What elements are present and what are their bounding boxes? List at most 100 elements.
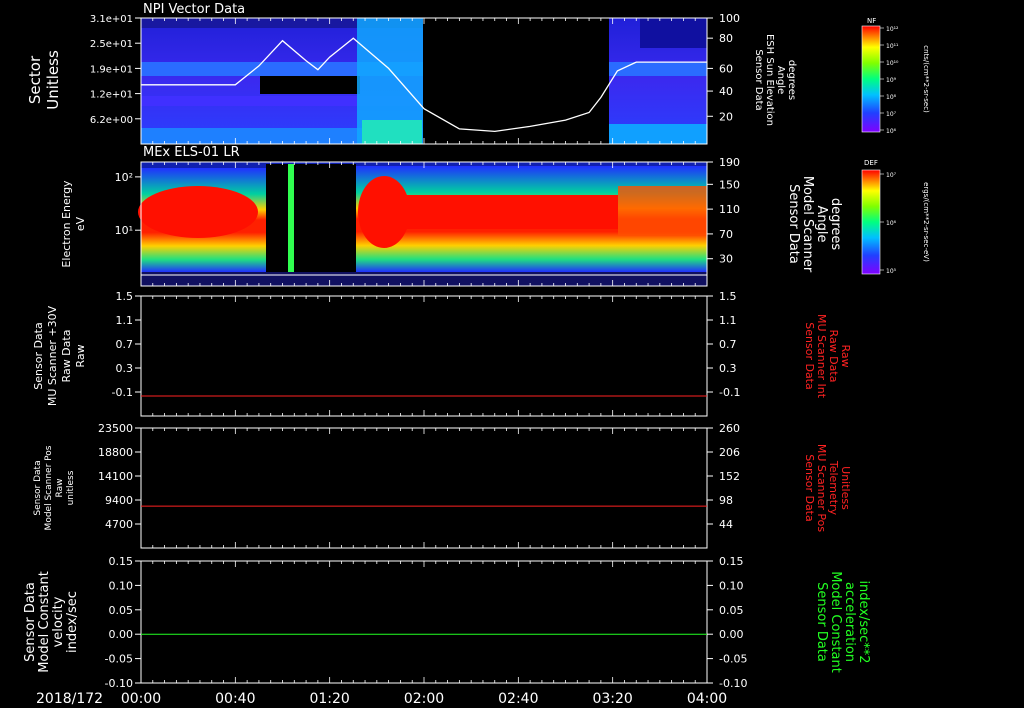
scanner-int-right-label-2: MU Scanner Int xyxy=(815,314,828,399)
scanner-pos-left-label-3: Raw xyxy=(55,479,65,498)
npi-colorbar-unit: cnts/(cm**2-sr-sec) xyxy=(922,45,930,113)
velocity-right-label-3: acceleration xyxy=(842,582,857,662)
right-tick-label: 190 xyxy=(719,156,740,169)
els-colorbar-tag: DEF xyxy=(864,159,878,167)
time-axis: 00:00 00:40 01:20 02:00 02:40 03:20 04:00 xyxy=(121,691,727,707)
scanner-pos-left-label: Sensor Data Model Scanner Pos Raw unitle… xyxy=(33,445,76,530)
els-right-label-3: Angle xyxy=(814,206,829,243)
npi-right-label-4: degrees xyxy=(786,60,797,100)
right-tick-label: 206 xyxy=(719,446,740,459)
colorbar-tick-label: 10⁹ xyxy=(886,77,897,84)
left-tick-label: 2.5e+01 xyxy=(90,39,133,50)
velocity-right-label-4: index/sec**2 xyxy=(856,580,871,663)
scanner-pos-left-label-4: unitless xyxy=(66,470,76,505)
scanner-pos-right-axis: 260 206 152 98 44 xyxy=(707,422,740,531)
time-tick-label: 00:40 xyxy=(215,691,255,707)
scanner-pos-left-label-2: Model Scanner Pos xyxy=(44,445,54,530)
npi-band-right-dark xyxy=(640,18,707,48)
npi-heatmap xyxy=(141,18,707,144)
els-right-label-4: degrees xyxy=(828,198,843,251)
right-tick-label: 60 xyxy=(719,62,733,75)
right-tick-label: 30 xyxy=(719,253,733,266)
right-tick-label: -0.05 xyxy=(719,653,747,666)
npi-gap-region xyxy=(423,18,609,144)
scanner-pos-right-label-2: MU Scanner Pos xyxy=(815,444,828,533)
left-tick-label: 0.00 xyxy=(109,628,134,641)
scanner-int-left-label: Sensor Data MU Scanner +30V Raw Data Raw xyxy=(32,305,87,406)
velocity-frame xyxy=(140,560,708,684)
els-colorbar-unit: ergs/(cm**2-sr-sec-eV) xyxy=(922,182,930,262)
velocity-left-label-2: Model Constant xyxy=(37,571,52,673)
scanner-pos-right-label-4: Unitless xyxy=(839,466,852,510)
scanner-int-right-axis: 1.5 1.1 0.7 0.3 -0.1 xyxy=(707,290,740,399)
npi-right-label: Sensor Data ESH Sun Elevation Angle degr… xyxy=(753,34,797,126)
right-tick-label: 1.5 xyxy=(719,290,737,303)
left-tick-label: -0.05 xyxy=(105,653,133,666)
right-tick-label: 150 xyxy=(719,178,740,191)
scanner-int-left-axis: 1.5 1.1 0.7 0.3 -0.1 xyxy=(112,290,141,399)
els-left-core xyxy=(138,186,258,238)
npi-right-label-2: ESH Sun Elevation xyxy=(764,34,775,126)
velocity-panel: 0.150.100.050.00-0.05-0.10 0.150.100.050… xyxy=(23,555,871,690)
scanner-pos-panel: 23500 18800 14100 9400 4700 260 206 152 98 44 Se… xyxy=(33,422,852,549)
els-green-spike xyxy=(288,164,294,286)
els-panel: MEx ELS-01 LR 10² 10¹ 190 150 110 70 30 Elect… xyxy=(60,145,930,287)
left-tick-label: 9400 xyxy=(105,494,133,507)
scanner-int-frame xyxy=(140,295,708,417)
left-tick-label: 1.5 xyxy=(116,290,134,303)
velocity-right-label: Sensor Data Model Constant acceleration … xyxy=(814,571,871,673)
colorbar-tick-label: 10⁵ xyxy=(886,268,897,275)
scanner-int-right-label-4: Raw xyxy=(839,344,852,367)
right-tick-label: 80 xyxy=(719,32,733,45)
colorbar-tick-label: 10¹⁰ xyxy=(886,60,899,67)
npi-band-right-mid xyxy=(609,62,707,76)
left-tick-label: 4700 xyxy=(105,518,133,531)
scanner-int-left-label-3: Raw Data xyxy=(60,330,73,383)
left-tick-label: 1.2e+01 xyxy=(90,90,133,101)
right-tick-label: 110 xyxy=(719,203,740,216)
left-tick-label: 14100 xyxy=(98,470,133,483)
right-tick-label: 70 xyxy=(719,228,733,241)
right-tick-label: 0.3 xyxy=(719,362,737,375)
left-tick-label: 10² xyxy=(115,171,133,184)
els-left-label-1: Electron Energy xyxy=(60,180,73,268)
npi-right-label-3: Angle xyxy=(775,66,786,94)
npi-right-axis: 100 80 60 40 20 xyxy=(707,12,740,123)
right-tick-label: 0.05 xyxy=(719,604,744,617)
right-tick-label: 40 xyxy=(719,85,733,98)
scanner-int-right-label-3: Raw Data xyxy=(827,330,840,383)
colorbar-tick-label: 10¹¹ xyxy=(886,43,899,50)
left-tick-label: 6.2e+00 xyxy=(90,115,133,126)
right-tick-label: 152 xyxy=(719,470,740,483)
scanner-int-left-label-1: Sensor Data xyxy=(32,322,45,389)
velocity-x-ticks xyxy=(140,561,708,683)
els-sparse-region xyxy=(266,164,356,286)
right-tick-label: 20 xyxy=(719,110,733,123)
els-colorbar-bar xyxy=(861,169,881,275)
els-right-label-2: Model Scanner xyxy=(800,176,815,273)
right-tick-label: -0.1 xyxy=(719,386,740,399)
time-tick-label: 02:00 xyxy=(404,691,444,707)
right-tick-label: 1.1 xyxy=(719,314,737,327)
npi-colorbar-bar xyxy=(861,25,881,133)
right-tick-label: 98 xyxy=(719,494,733,507)
right-tick-label: -0.10 xyxy=(719,677,747,690)
scanner-pos-right-label-3: Telemetry xyxy=(827,460,840,516)
colorbar-tick-label: 10¹² xyxy=(886,26,899,33)
els-left-label-2: eV xyxy=(74,216,87,231)
els-right-core xyxy=(384,195,618,229)
npi-right-label-1: Sensor Data xyxy=(753,49,764,110)
colorbar-tick-label: 10⁷ xyxy=(886,172,897,179)
els-right-tail xyxy=(618,186,707,236)
colorbar-tick-label: 10⁶ xyxy=(886,128,897,135)
npi-colorbar-tag: NF xyxy=(867,17,876,25)
plot-canvas: NPI Vector Data 3.1e+01 2.5e+01 1.9e+01 1.2… xyxy=(23,2,930,707)
els-right-label: Sensor Data Model Scanner Angle degrees xyxy=(786,176,843,273)
npi-colorbar: NF 10¹² 10¹¹ 10¹⁰ 10⁹ 10⁸ 10⁷ 10⁶ cnts/(cm**2-… xyxy=(861,17,930,135)
left-tick-label: 0.10 xyxy=(109,579,134,592)
right-tick-label: 0.7 xyxy=(719,338,737,351)
npi-panel: NPI Vector Data 3.1e+01 2.5e+01 1.9e+01 1.2… xyxy=(26,2,930,145)
scanner-pos-frame xyxy=(140,427,708,549)
els-heatmap xyxy=(138,162,707,286)
els-title: MEx ELS-01 LR xyxy=(143,145,240,160)
